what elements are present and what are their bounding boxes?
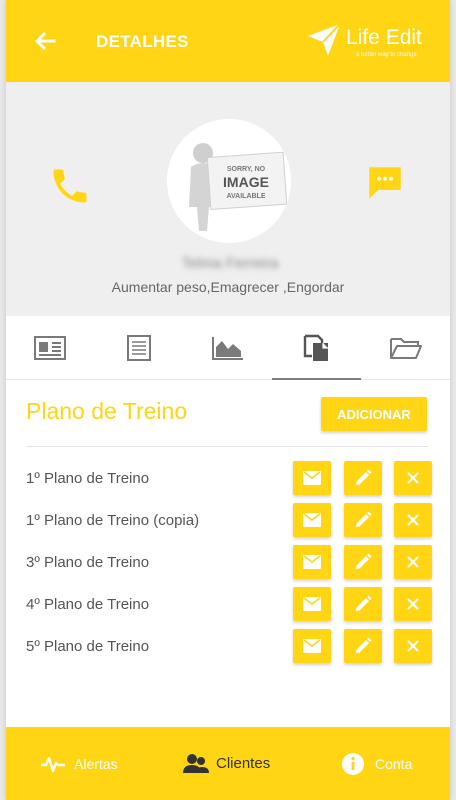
pencil-icon [356,637,372,653]
close-icon [407,640,419,652]
placeholder-line-2: IMAGE [223,174,269,190]
envelope-icon [303,513,321,527]
nav-alerts-label: Alertas [74,755,118,772]
pencil-icon [356,553,372,569]
email-plan-button[interactable] [293,545,331,579]
message-button[interactable] [364,162,406,204]
list-item: 1º Plano de Treino (copia) [6,502,450,544]
edit-plan-button[interactable] [344,545,382,579]
delete-plan-button[interactable] [394,629,432,663]
logo-tagline: a better way to change [356,52,417,58]
bottom-nav: Alertas Clientes Conta [6,727,450,800]
edit-plan-button[interactable] [344,587,382,621]
plan-name: 1º Plano de Treino [26,470,150,487]
list-item: 5º Plano de Treino [6,628,450,670]
plan-name: 4º Plano de Treino [26,596,150,613]
client-profile: SORRY, NO IMAGE AVAILABLE Telma Ferreira… [6,82,450,316]
folder-open-icon [389,338,422,359]
info-icon [342,752,364,775]
plan-name: 3º Plano de Treino [26,554,150,571]
edit-plan-button[interactable] [344,503,382,537]
close-icon [407,598,419,610]
copy-documents-icon [303,334,328,361]
delete-plan-button[interactable] [394,587,432,621]
tab-progress[interactable] [184,316,273,380]
page-title: DETALHES [96,32,189,51]
nav-account-label: Conta [375,755,413,772]
id-card-icon [34,336,67,360]
close-icon [407,514,419,526]
email-plan-button[interactable] [293,503,331,537]
envelope-icon [303,555,321,569]
client-name: Telma Ferreira [181,254,279,272]
list-item: 1º Plano de Treino [6,460,450,502]
close-icon [407,472,419,484]
document-list-icon [127,335,152,361]
client-goals: Aumentar peso,Emagrecer ,Engordar [111,279,345,295]
no-image-placeholder: SORRY, NO IMAGE AVAILABLE [167,119,291,243]
detail-tabs [6,316,450,380]
email-plan-button[interactable] [293,629,331,663]
delete-plan-button[interactable] [394,545,432,579]
users-icon [183,753,209,773]
tab-training-plans[interactable] [272,316,361,380]
paper-plane-icon [308,23,341,56]
add-plan-button[interactable]: ADICIONAR [321,397,427,431]
plan-name: 5º Plano de Treino [26,638,150,655]
email-plan-button[interactable] [293,587,331,621]
pencil-icon [356,511,372,527]
list-item: 4º Plano de Treino [6,586,450,628]
delete-plan-button[interactable] [394,503,432,537]
edit-plan-button[interactable] [344,461,382,495]
list-item: 3º Plano de Treino [6,544,450,586]
top-bar: DETALHES Life Edit a better way to chang… [6,0,450,82]
envelope-icon [303,639,321,653]
pencil-icon [356,469,372,485]
divider [26,446,428,447]
tab-personal-info[interactable] [6,316,95,380]
tab-files[interactable] [361,316,450,380]
email-plan-button[interactable] [293,461,331,495]
avatar: SORRY, NO IMAGE AVAILABLE [167,119,291,243]
nav-account[interactable]: Conta [341,727,412,800]
tab-assessments[interactable] [95,316,184,380]
nav-clients-label: Clientes [216,755,271,772]
section-title: Plano de Treino [26,398,188,424]
heartbeat-icon [41,756,65,772]
nav-alerts[interactable]: Alertas [40,727,118,800]
chat-icon [369,167,401,199]
edit-plan-button[interactable] [344,629,382,663]
plan-name: 1º Plano de Treino (copia) [26,512,200,529]
training-plan-list: 1º Plano de Treino 1º Plano de Treino (c… [6,460,450,670]
app-logo: Life Edit a better way to change [306,22,432,62]
call-button[interactable] [48,164,92,208]
placeholder-line-3: AVAILABLE [226,193,265,200]
close-icon [407,556,419,568]
delete-plan-button[interactable] [394,461,432,495]
arrow-left-icon [34,31,56,51]
pencil-icon [356,595,372,611]
logo-text: Life Edit [346,26,422,49]
app-frame: DETALHES Life Edit a better way to chang… [6,0,450,800]
area-chart-icon [211,337,243,360]
nav-clients[interactable]: Clientes [182,727,270,800]
back-button[interactable] [32,28,58,54]
envelope-icon [303,597,321,611]
phone-icon [53,169,87,203]
envelope-icon [303,471,321,485]
placeholder-line-1: SORRY, NO [227,166,266,173]
